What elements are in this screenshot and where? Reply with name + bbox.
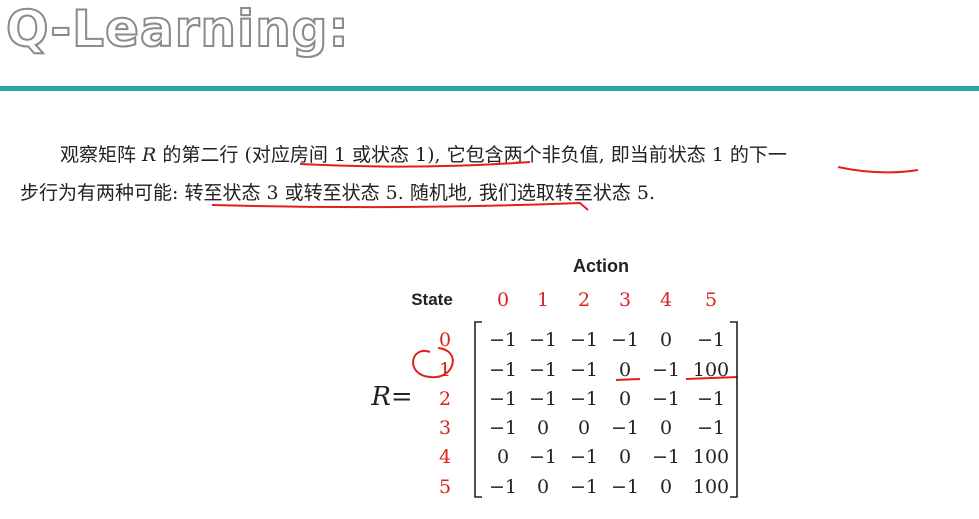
action-column-4: 4 [660,289,672,311]
matrix-cell: −1 [489,329,517,351]
reward-matrix: Action State R= 012345 012345 −1 −1 −1 −1 0−… [370,256,738,498]
matrix-cell: −1 [489,388,517,410]
matrix-cell: −1 [529,388,557,410]
matrix-cell: −1 [489,359,517,381]
state-row-0: 0 [439,329,451,351]
matrix-cell: 0 [537,417,549,439]
matrix-cell: −1 [697,388,725,410]
matrix-cell: 100 [693,359,729,381]
matrix-cell: 0 [578,417,590,439]
state-header: State [411,290,453,309]
matrix-cell: −1 [611,417,639,439]
matrix-cell: −1 [697,417,725,439]
matrix-cell: 0 [537,476,549,498]
state-row-3: 3 [439,417,451,439]
matrix-cell: −1 [570,359,598,381]
matrix-cell: −1 [489,476,517,498]
matrix-cell: −1 [570,476,598,498]
matrix-cell: −1 [529,359,557,381]
right-bracket [730,321,738,498]
state-row-2: 2 [439,388,451,410]
matrix-cell: −1 [697,329,725,351]
matrix-cell: 0 [660,476,672,498]
action-header: Action [573,256,629,276]
matrix-cell: −1 [570,446,598,468]
matrix-cell: 0 [619,359,631,381]
matrix-cell: 100 [693,446,729,468]
matrix-cell: −1 [529,446,557,468]
matrix-cell: −1 [652,446,680,468]
matrix-cell: 0 [619,388,631,410]
action-column-5: 5 [705,289,717,311]
matrix-cell: −1 [529,329,557,351]
state-row-1: 1 [439,359,451,381]
state-row-5: 5 [439,476,451,498]
matrix-cell: 0 [497,446,509,468]
action-column-0: 0 [497,289,509,311]
action-column-3: 3 [619,289,631,311]
matrix-cell: −1 [652,388,680,410]
matrix-label: R= [370,382,412,412]
action-column-1: 1 [537,289,549,311]
matrix-cell: 0 [660,417,672,439]
state-row-4: 4 [439,446,451,468]
action-column-2: 2 [578,289,590,311]
matrix-cell: −1 [611,476,639,498]
matrix-cell: −1 [570,329,598,351]
matrix-cell: −1 [652,359,680,381]
left-bracket [474,321,482,498]
matrix-cell: 100 [693,476,729,498]
matrix-cell: 0 [619,446,631,468]
matrix-cell: −1 [611,329,639,351]
matrix-cell: 0 [660,329,672,351]
matrix-cell: −1 [570,388,598,410]
matrix-cell: −1 [489,417,517,439]
